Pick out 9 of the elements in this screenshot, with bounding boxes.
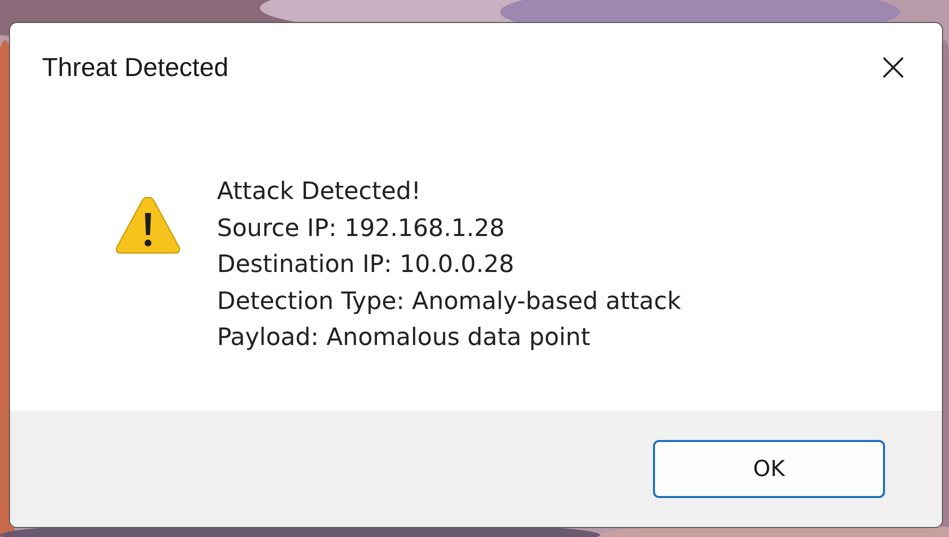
ok-button[interactable]: OK bbox=[653, 440, 885, 498]
message-line: Source IP: 192.168.1.28 bbox=[217, 212, 506, 244]
warning-icon bbox=[115, 195, 181, 255]
message-line: Destination IP: 10.0.0.28 bbox=[217, 249, 516, 280]
message-line: Attack Detected! bbox=[217, 176, 422, 207]
message-line: Payload: Anomalous data point bbox=[217, 322, 592, 353]
close-button[interactable]: × bbox=[862, 44, 924, 90]
window-title: Threat Detected bbox=[42, 52, 228, 82]
message-line: Detection Type: Anomaly-based attack bbox=[217, 286, 681, 316]
